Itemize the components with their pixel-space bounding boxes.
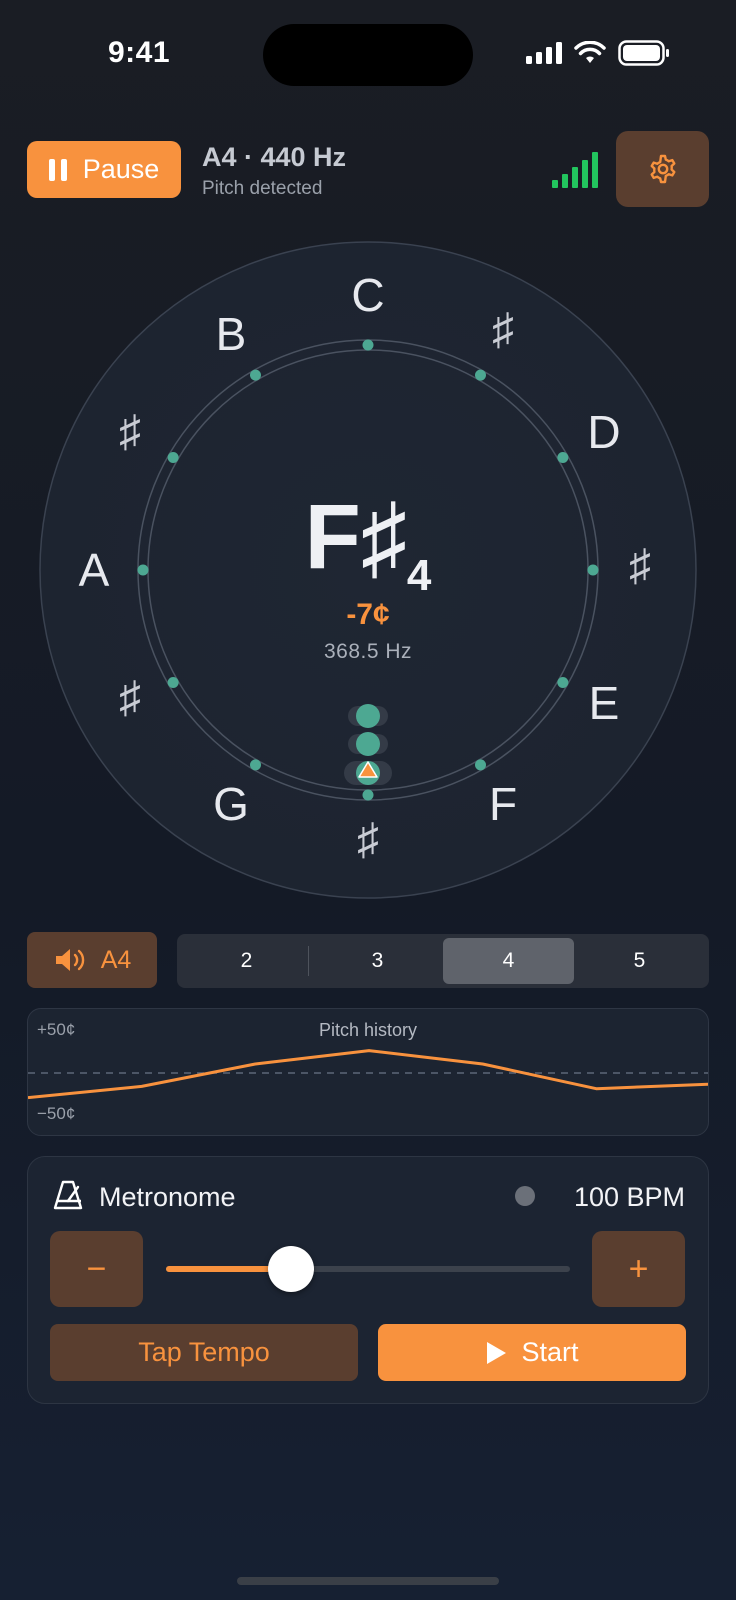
history-bottom-label: −50¢ xyxy=(37,1104,76,1123)
cents-offset: -7¢ xyxy=(346,598,390,631)
settings-button[interactable] xyxy=(616,131,709,207)
detected-frequency: 368.5 Hz xyxy=(323,640,413,663)
history-title: Pitch history xyxy=(318,1020,418,1040)
pitch-history-line xyxy=(28,1049,708,1100)
detected-note: F♯4 xyxy=(0,485,736,600)
tap-tempo-button[interactable]: Tap Tempo xyxy=(50,1324,358,1381)
start-metronome-button[interactable]: Start xyxy=(378,1324,686,1381)
octave-option-4[interactable]: 4 xyxy=(443,938,574,984)
reference-tone-label: A4 xyxy=(100,945,132,974)
octave-selector: 2 3 4 5 xyxy=(177,934,709,988)
status-time: 9:41 xyxy=(108,36,171,69)
dial-tick xyxy=(557,677,569,688)
start-label: Start xyxy=(521,1337,579,1367)
note-label-c-sharp: ♯ xyxy=(492,305,514,354)
octave-option-3[interactable]: 3 xyxy=(312,938,443,984)
note-label-f-sharp: ♯ xyxy=(357,815,379,864)
speaker-icon xyxy=(55,949,84,971)
play-icon xyxy=(487,1341,507,1364)
note-label-e: E xyxy=(588,677,620,729)
note-label-c: C xyxy=(351,269,385,321)
signal-level-icon xyxy=(552,152,598,188)
battery-icon xyxy=(618,40,669,66)
pause-button[interactable]: Pause xyxy=(27,141,181,198)
dial-tick xyxy=(167,677,179,688)
note-label-g-sharp: ♯ xyxy=(119,673,141,722)
octave-option-5[interactable]: 5 xyxy=(574,938,705,984)
dial-tick xyxy=(250,759,261,771)
pause-icon xyxy=(48,158,67,181)
reference-tone-button[interactable]: A4 xyxy=(27,932,157,988)
note-label-g: G xyxy=(213,778,249,830)
tempo-slider-thumb[interactable] xyxy=(268,1246,315,1292)
pause-label: Pause xyxy=(82,154,160,184)
segment-divider xyxy=(308,946,309,976)
note-label-a-sharp: ♯ xyxy=(119,407,141,456)
detection-status: Pitch detected xyxy=(202,178,323,199)
metronome-icon xyxy=(53,1180,83,1210)
wifi-icon xyxy=(574,41,606,63)
beat-indicator xyxy=(515,1186,535,1206)
dial-tick xyxy=(475,759,486,771)
octave-option-2[interactable]: 2 xyxy=(181,938,312,984)
bpm-value: 100 BPM xyxy=(573,1182,685,1212)
dynamic-island xyxy=(263,24,473,86)
note-label-d: D xyxy=(587,406,621,458)
needle-indicator xyxy=(344,704,392,785)
detected-note-name: F♯ xyxy=(304,486,407,588)
gear-icon xyxy=(650,154,675,184)
dial-tick xyxy=(557,452,569,463)
note-label-b: B xyxy=(215,308,247,360)
reference-pitch: A4 · 440 Hz xyxy=(202,142,347,172)
dial-tick xyxy=(362,339,374,351)
home-indicator[interactable] xyxy=(237,1577,499,1585)
dial-tick xyxy=(250,369,261,381)
status-icons xyxy=(526,40,670,66)
dial-tick xyxy=(167,452,179,463)
detected-note-octave: 4 xyxy=(406,551,432,600)
cellular-icon xyxy=(526,42,562,64)
decrease-tempo-button[interactable]: − xyxy=(50,1231,143,1307)
dial-tick xyxy=(475,369,486,381)
dial-tick xyxy=(362,789,374,801)
increase-tempo-button[interactable]: + xyxy=(592,1231,685,1307)
note-label-f: F xyxy=(488,778,518,830)
metronome-title: Metronome xyxy=(99,1182,236,1212)
